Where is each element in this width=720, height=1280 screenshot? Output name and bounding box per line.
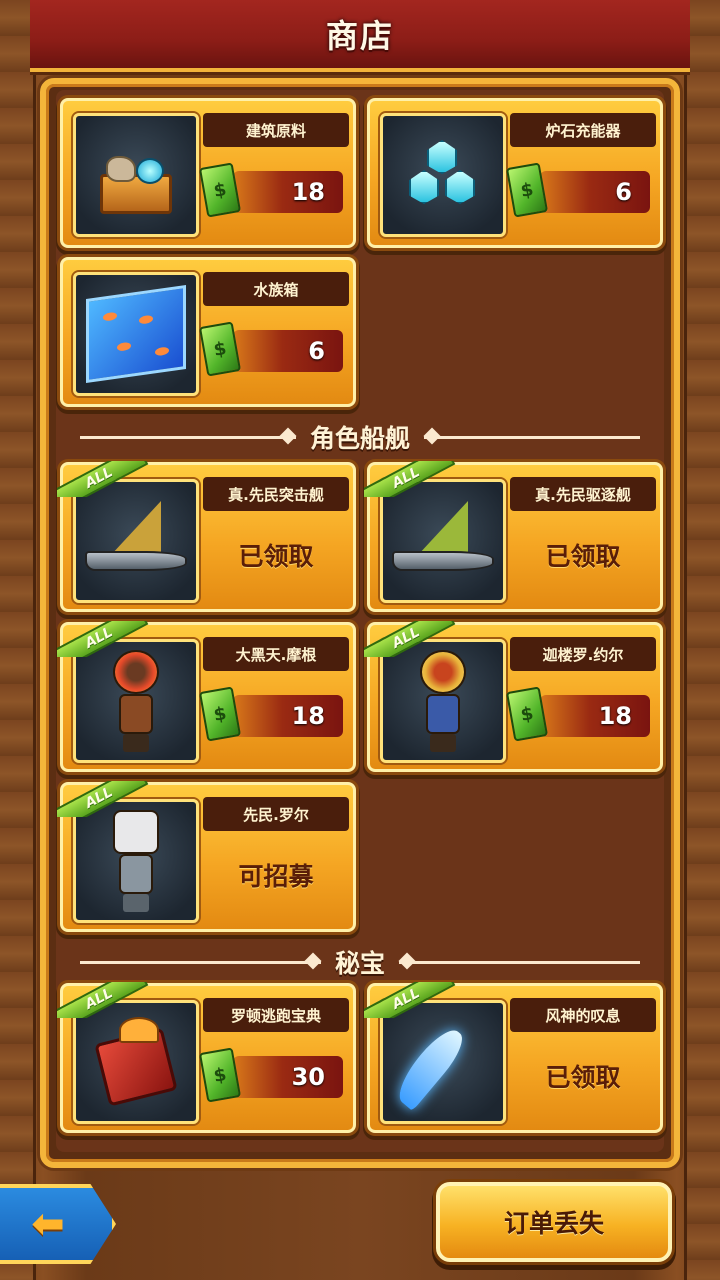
- shop-item-aquarium[interactable]: 水族箱 6 $: [60, 257, 356, 407]
- money-icon: $: [198, 686, 242, 742]
- shop-item-wind-god-sigh[interactable]: ALL 风神的叹息 已领取: [364, 982, 663, 1133]
- section-title: 角色船舰: [310, 424, 411, 453]
- shop-item-hearthstone-charger[interactable]: 炉石充能器 6 $: [367, 98, 663, 248]
- wood-frame-left: [0, 0, 36, 1280]
- shop-item-hero-morgan[interactable]: ALL 大黑天.摩根 18 $: [57, 621, 356, 772]
- item-name: 真.先民驱逐舰: [510, 477, 656, 511]
- section-title: 秘宝: [335, 949, 386, 978]
- money-icon: $: [198, 321, 242, 377]
- money-icon: $: [505, 162, 549, 218]
- item-name: 建筑原料: [203, 113, 349, 147]
- shop-item-hero-garuda[interactable]: ALL 迦楼罗.约尔 18 $: [364, 621, 663, 772]
- price-value: 18: [540, 695, 650, 737]
- all-badge: ALL: [364, 461, 456, 497]
- title-bar: 商店: [30, 0, 690, 72]
- shop-item-hero-ror[interactable]: ALL 先民.罗尔 可招募: [57, 781, 356, 932]
- claimed-status: 已领取: [545, 542, 621, 571]
- blue-crystal-icon: [380, 113, 506, 237]
- item-name: 水族箱: [203, 272, 349, 306]
- page-title: 商店: [325, 17, 394, 55]
- all-badge: ALL: [57, 621, 149, 657]
- aquarium-icon: [73, 272, 199, 396]
- price-value: 18: [233, 171, 343, 213]
- golden-helmet-warrior-icon: [380, 639, 506, 763]
- shop-item-destroyer-ship[interactable]: ALL 真.先民驱逐舰 已领取: [364, 461, 663, 612]
- section-header-ships: 角色船舰: [80, 417, 641, 457]
- item-name: 真.先民突击舰: [203, 477, 349, 511]
- order-lost-button[interactable]: 订单丢失: [436, 1182, 672, 1262]
- item-name: 风神的叹息: [510, 998, 656, 1032]
- money-icon: $: [198, 1047, 242, 1103]
- shop-item-building-material[interactable]: 建筑原料 18 $: [60, 98, 356, 248]
- price-value: 18: [233, 695, 343, 737]
- crate-of-stones-icon: [73, 113, 199, 237]
- all-badge: ALL: [57, 781, 149, 817]
- claimed-status: 已领取: [238, 542, 314, 571]
- money-icon: $: [505, 686, 549, 742]
- price-value: 6: [233, 330, 343, 372]
- shop-item-escape-book[interactable]: ALL 罗顿逃跑宝典 30 $: [57, 982, 356, 1133]
- shop-item-assault-ship[interactable]: ALL 真.先民突击舰 已领取: [57, 461, 356, 612]
- item-name: 大黑天.摩根: [203, 637, 349, 671]
- fire-hair-warrior-icon: [73, 639, 199, 763]
- all-badge: ALL: [364, 982, 456, 1018]
- back-button[interactable]: ⬅: [0, 1184, 116, 1264]
- all-badge: ALL: [364, 621, 456, 657]
- item-name: 先民.罗尔: [203, 797, 349, 831]
- left-arrow-icon: ⬅: [31, 1201, 65, 1247]
- item-name: 罗顿逃跑宝典: [203, 998, 349, 1032]
- money-icon: $: [198, 162, 242, 218]
- item-name: 迦楼罗.约尔: [510, 637, 656, 671]
- all-badge: ALL: [57, 461, 149, 497]
- robot-head-hero-icon: [73, 799, 199, 923]
- wood-frame-right: [684, 0, 720, 1280]
- gold-sail-ship-icon: [73, 479, 199, 603]
- section-header-treasure: 秘宝: [80, 942, 641, 982]
- all-badge: ALL: [57, 982, 149, 1018]
- price-value: 30: [233, 1056, 343, 1098]
- winged-book-icon: [73, 1000, 199, 1124]
- recruitable-status: 可招募: [238, 862, 314, 891]
- green-sail-ship-icon: [380, 479, 506, 603]
- price-value: 6: [540, 171, 650, 213]
- claimed-status: 已领取: [545, 1063, 621, 1092]
- blue-feather-icon: [380, 1000, 506, 1124]
- item-name: 炉石充能器: [510, 113, 656, 147]
